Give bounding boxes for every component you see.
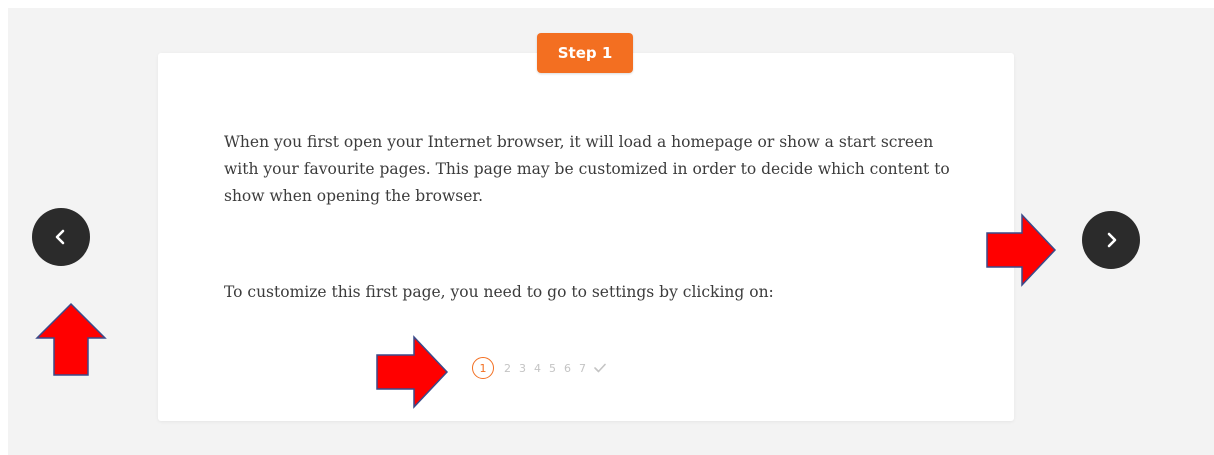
page-7[interactable]: 7 [575,362,590,375]
step-pagination: 1 2 3 4 5 6 7 [472,355,610,381]
arrow-up-icon [35,302,107,376]
page-complete[interactable] [590,363,610,373]
check-icon [594,363,606,373]
page-4[interactable]: 4 [530,362,545,375]
chevron-left-icon [55,229,65,245]
arrow-right-icon [376,335,449,409]
page-6[interactable]: 6 [560,362,575,375]
chevron-right-icon [1107,232,1117,248]
step-description: When you first open your Internet browse… [224,133,950,205]
next-step-button[interactable] [1082,211,1140,269]
step-badge: Step 1 [537,33,633,73]
page-1[interactable]: 1 [472,357,494,379]
step-instruction: To customize this first page, you need t… [224,283,774,301]
previous-step-button[interactable] [32,208,90,266]
page-5[interactable]: 5 [545,362,560,375]
page-3[interactable]: 3 [515,362,530,375]
page-2[interactable]: 2 [500,362,515,375]
arrow-right-icon [986,213,1057,287]
